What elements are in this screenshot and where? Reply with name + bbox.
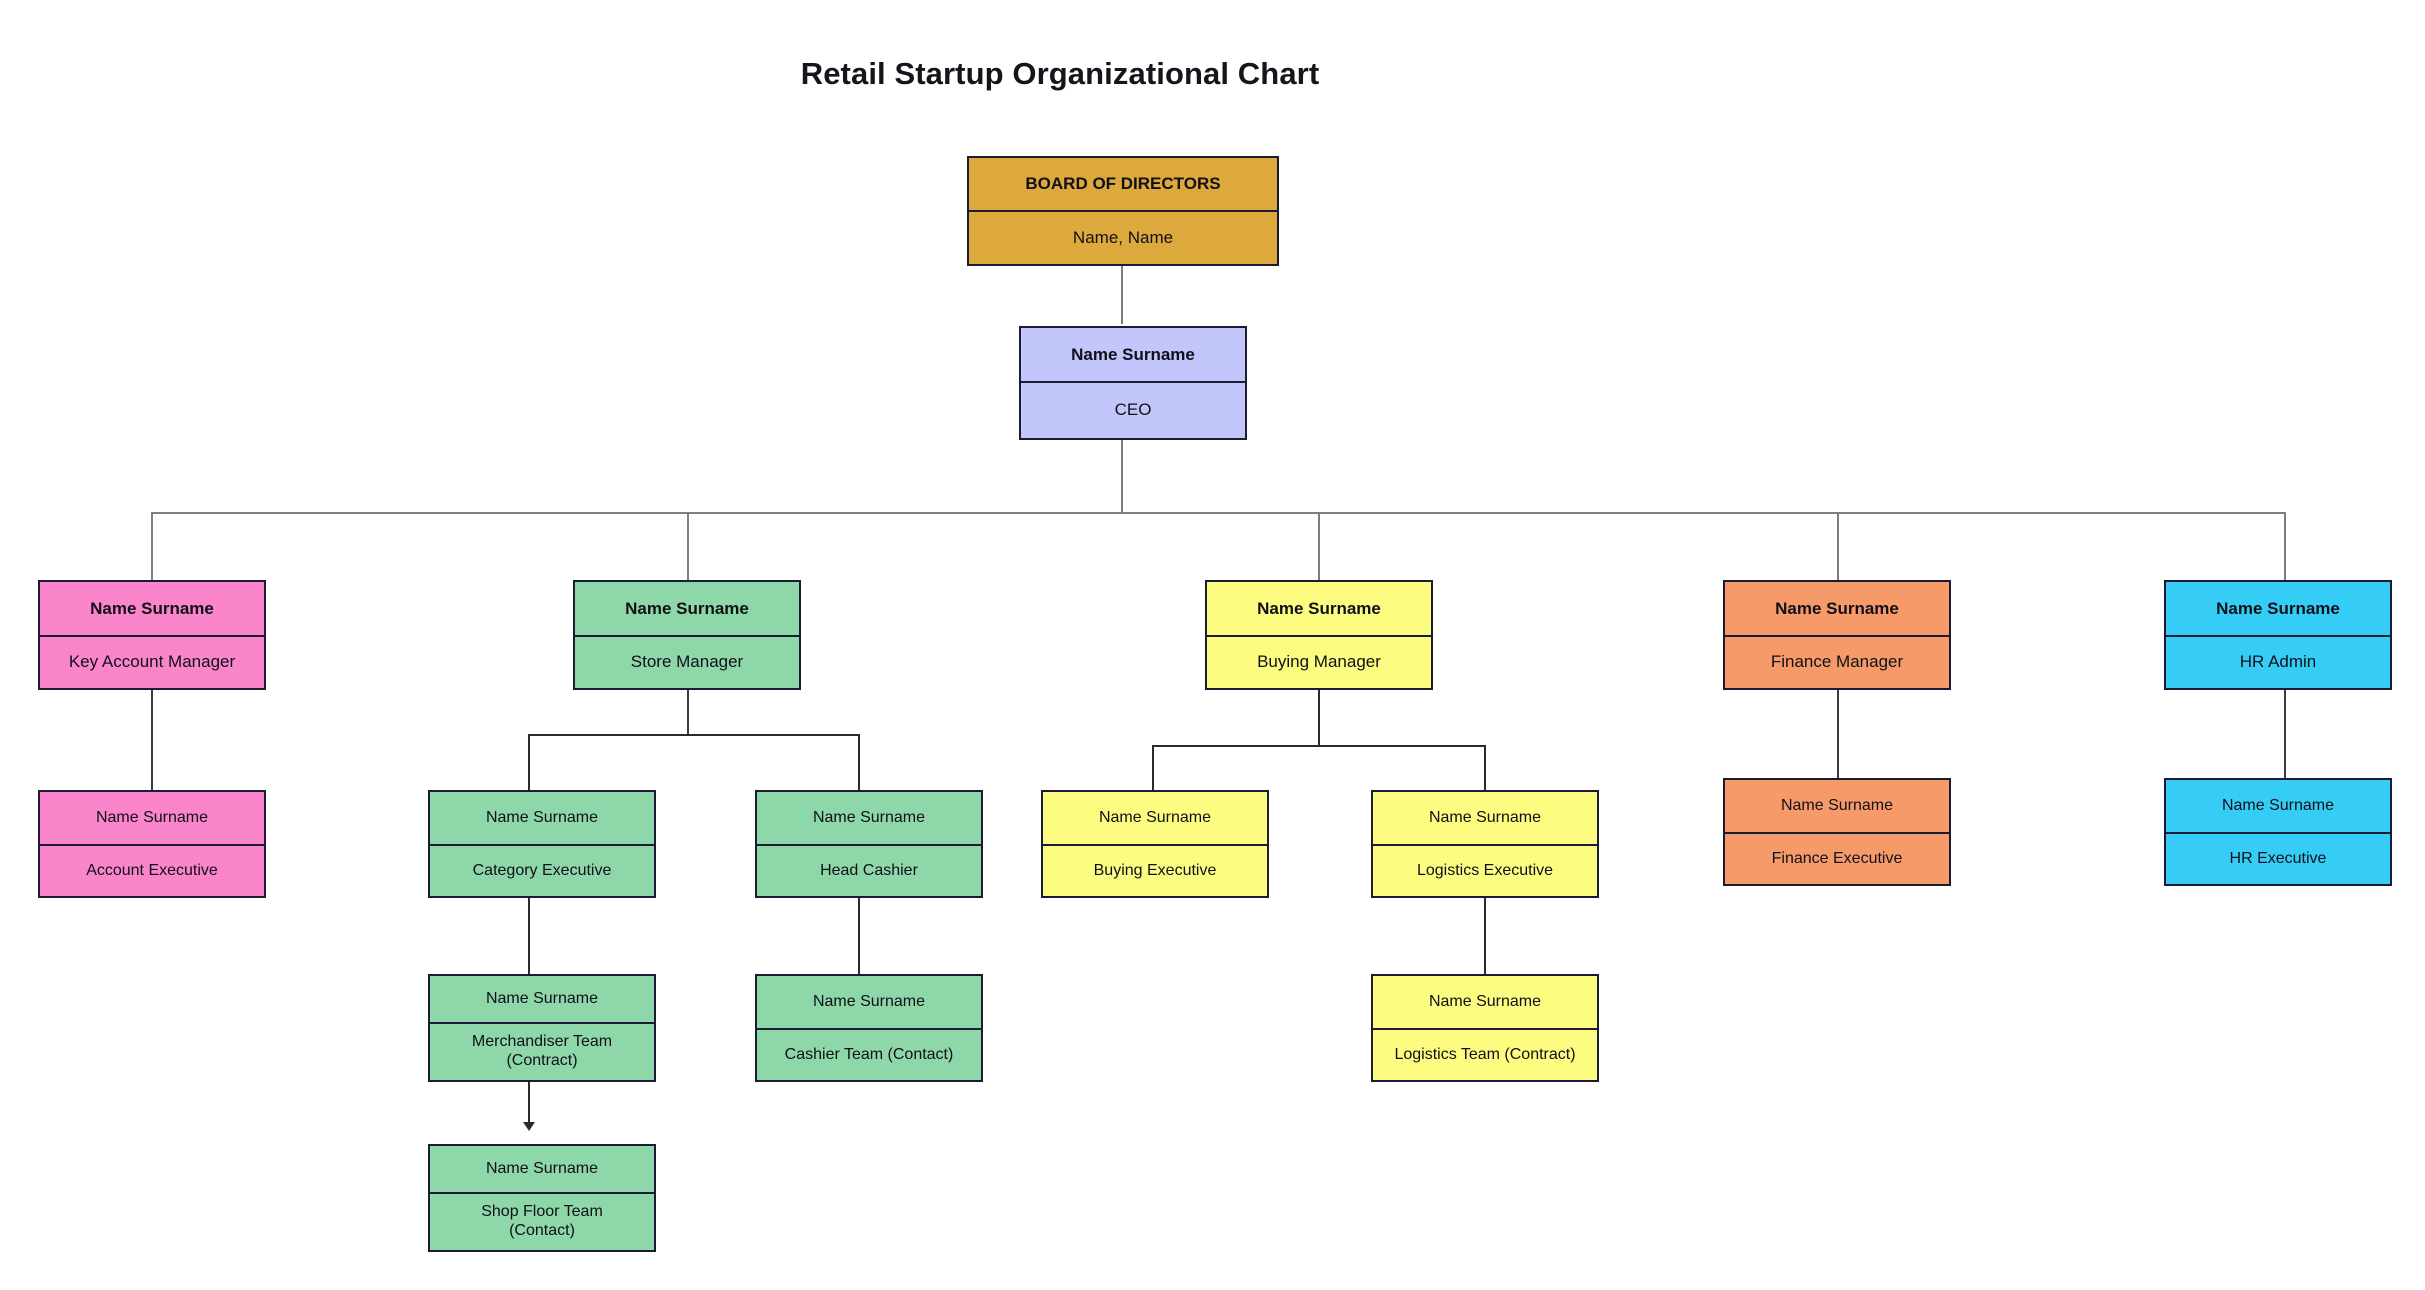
node-buying-manager-name: Name Surname bbox=[1207, 582, 1431, 637]
connector-board-to-ceo bbox=[1121, 265, 1123, 324]
node-cashier-team-name: Name Surname bbox=[757, 976, 981, 1030]
node-account-executive-role: Account Executive bbox=[86, 861, 218, 879]
node-ceo-role: CEO bbox=[1114, 400, 1152, 420]
node-board-of-directors-name: BOARD OF DIRECTORS bbox=[969, 158, 1277, 212]
page-title: Retail Startup Organizational Chart bbox=[800, 56, 1320, 91]
node-merchandiser-team[interactable]: Name Surname Merchandiser Team (Contract… bbox=[428, 974, 656, 1082]
node-merchandiser-team-role: Merchandiser Team (Contract) bbox=[471, 1033, 613, 1069]
node-merchandiser-team-name: Name Surname bbox=[430, 976, 654, 1024]
connector-bus-to-finance-manager bbox=[1837, 512, 1839, 580]
node-logistics-executive-name: Name Surname bbox=[1373, 792, 1597, 846]
node-hr-executive-role: HR Executive bbox=[2229, 849, 2327, 867]
org-chart-canvas: Retail Startup Organizational Chart BOAR… bbox=[0, 0, 2425, 1290]
node-shop-floor-team-name: Name Surname bbox=[430, 1146, 654, 1194]
node-hr-executive-name: Name Surname bbox=[2166, 780, 2390, 834]
connector-key-account-manager-to-account-executive bbox=[151, 690, 153, 790]
connector-buying-manager-bus bbox=[1152, 745, 1485, 747]
node-finance-manager-role: Finance Manager bbox=[1770, 652, 1904, 672]
node-head-cashier-role: Head Cashier bbox=[820, 861, 918, 879]
connector-bus-to-hr-admin bbox=[2284, 512, 2286, 580]
node-board-of-directors[interactable]: BOARD OF DIRECTORS Name, Name bbox=[967, 156, 1279, 266]
node-head-cashier[interactable]: Name Surname Head Cashier bbox=[755, 790, 983, 898]
node-board-of-directors-role: Name, Name bbox=[1072, 227, 1174, 247]
connector-finance-manager-to-finance-executive bbox=[1837, 690, 1839, 778]
node-ceo[interactable]: Name Surname CEO bbox=[1019, 326, 1247, 440]
node-key-account-manager-name: Name Surname bbox=[40, 582, 264, 637]
node-buying-executive-role: Buying Executive bbox=[1093, 861, 1217, 879]
node-store-manager-name: Name Surname bbox=[575, 582, 799, 637]
node-hr-admin-name: Name Surname bbox=[2166, 582, 2390, 637]
node-logistics-executive-role: Logistics Executive bbox=[1416, 861, 1554, 879]
node-category-executive-role: Category Executive bbox=[472, 861, 612, 879]
connector-bus-to-logistics-executive bbox=[1484, 745, 1486, 790]
connector-bus-to-store-manager bbox=[687, 512, 689, 580]
node-account-executive[interactable]: Name Surname Account Executive bbox=[38, 790, 266, 898]
connector-main-bus bbox=[151, 512, 2285, 514]
node-buying-executive[interactable]: Name Surname Buying Executive bbox=[1041, 790, 1269, 898]
node-key-account-manager[interactable]: Name Surname Key Account Manager bbox=[38, 580, 266, 690]
connector-logistics-executive-to-logistics-team bbox=[1484, 898, 1486, 982]
node-shop-floor-team[interactable]: Name Surname Shop Floor Team (Contact) bbox=[428, 1144, 656, 1252]
connector-bus-to-key-account-manager bbox=[151, 512, 153, 580]
node-buying-manager-role: Buying Manager bbox=[1257, 652, 1381, 672]
node-logistics-team[interactable]: Name Surname Logistics Team (Contract) bbox=[1371, 974, 1599, 1082]
connector-category-executive-to-merchandiser-team bbox=[528, 898, 530, 982]
connector-merchandiser-team-to-shop-floor-team bbox=[528, 1082, 530, 1126]
node-ceo-name: Name Surname bbox=[1021, 328, 1245, 383]
node-logistics-executive[interactable]: Name Surname Logistics Executive bbox=[1371, 790, 1599, 898]
connector-bus-to-category-executive bbox=[528, 734, 530, 790]
node-store-manager[interactable]: Name Surname Store Manager bbox=[573, 580, 801, 690]
node-store-manager-role: Store Manager bbox=[630, 652, 744, 672]
node-shop-floor-team-role: Shop Floor Team (Contact) bbox=[481, 1203, 603, 1239]
node-finance-manager-name: Name Surname bbox=[1725, 582, 1949, 637]
node-logistics-team-role: Logistics Team (Contract) bbox=[1394, 1045, 1576, 1063]
connector-buying-manager-down bbox=[1318, 690, 1320, 746]
node-key-account-manager-role: Key Account Manager bbox=[68, 652, 236, 672]
connector-head-cashier-to-cashier-team bbox=[858, 898, 860, 982]
connector-hr-admin-to-hr-executive bbox=[2284, 690, 2286, 778]
node-hr-admin-role: HR Admin bbox=[2239, 652, 2317, 672]
node-buying-manager[interactable]: Name Surname Buying Manager bbox=[1205, 580, 1433, 690]
node-finance-executive-name: Name Surname bbox=[1725, 780, 1949, 834]
node-cashier-team-role: Cashier Team (Contact) bbox=[784, 1045, 954, 1063]
connector-ceo-down bbox=[1121, 440, 1123, 513]
arrowhead-icon bbox=[523, 1122, 535, 1131]
node-hr-admin[interactable]: Name Surname HR Admin bbox=[2164, 580, 2392, 690]
connector-bus-to-head-cashier bbox=[858, 734, 860, 790]
node-category-executive-name: Name Surname bbox=[430, 792, 654, 846]
connector-store-manager-down bbox=[687, 690, 689, 735]
connector-bus-to-buying-manager bbox=[1318, 512, 1320, 580]
node-finance-executive-role: Finance Executive bbox=[1771, 849, 1903, 867]
node-logistics-team-name: Name Surname bbox=[1373, 976, 1597, 1030]
connector-store-manager-bus bbox=[528, 734, 859, 736]
node-finance-executive[interactable]: Name Surname Finance Executive bbox=[1723, 778, 1951, 886]
node-hr-executive[interactable]: Name Surname HR Executive bbox=[2164, 778, 2392, 886]
node-category-executive[interactable]: Name Surname Category Executive bbox=[428, 790, 656, 898]
node-account-executive-name: Name Surname bbox=[40, 792, 264, 846]
node-cashier-team[interactable]: Name Surname Cashier Team (Contact) bbox=[755, 974, 983, 1082]
node-head-cashier-name: Name Surname bbox=[757, 792, 981, 846]
connector-bus-to-buying-executive bbox=[1152, 745, 1154, 790]
node-finance-manager[interactable]: Name Surname Finance Manager bbox=[1723, 580, 1951, 690]
node-buying-executive-name: Name Surname bbox=[1043, 792, 1267, 846]
